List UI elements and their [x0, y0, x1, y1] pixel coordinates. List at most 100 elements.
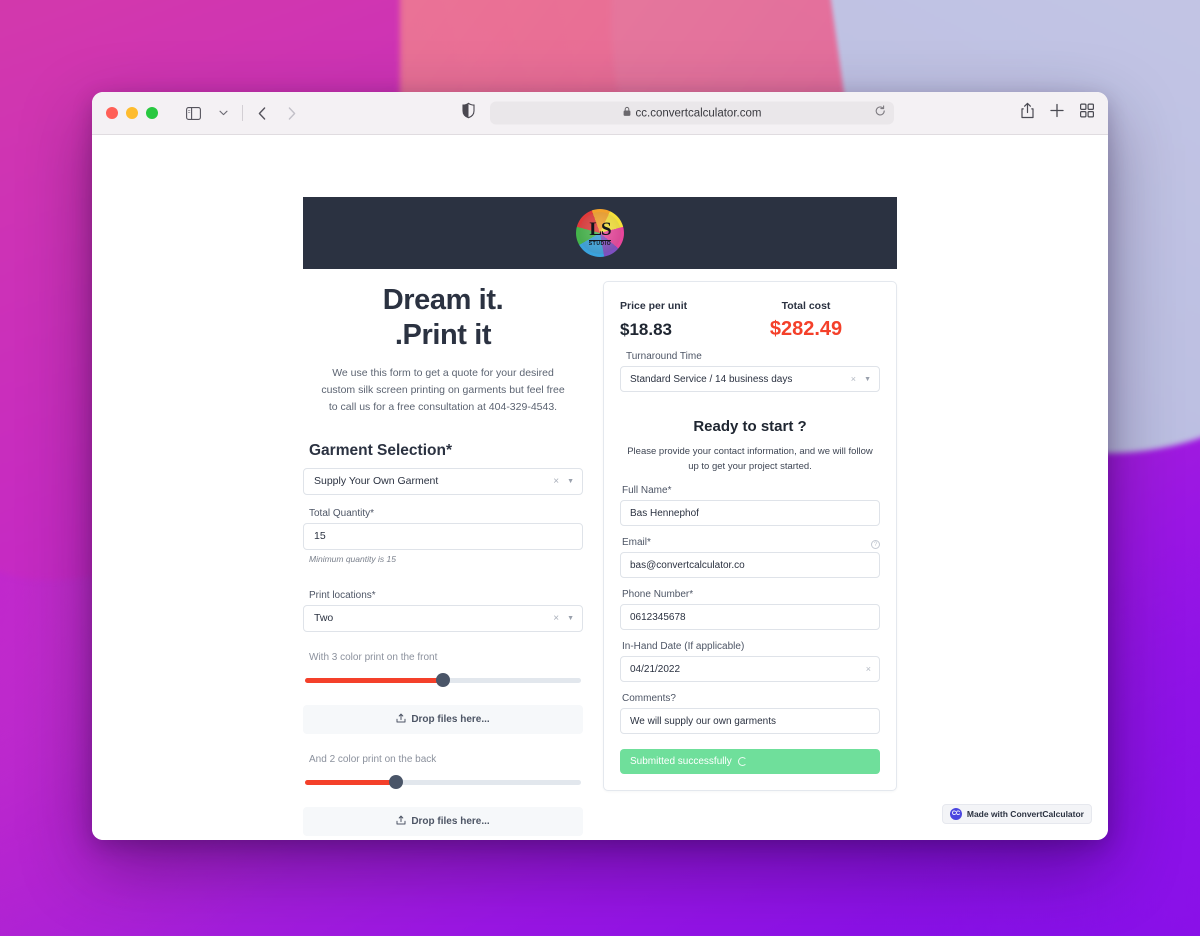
front-dropzone[interactable]: Drop files here... [303, 704, 583, 734]
contact-field-value: 0612345678 [630, 611, 686, 623]
print-locations-controls[interactable]: × ▼ [553, 613, 574, 624]
print-locations-value: Two [314, 612, 334, 625]
garment-select-value: Supply Your Own Garment [314, 475, 439, 488]
contact-field-label: Full Name* [622, 485, 672, 497]
slider-fill [305, 677, 443, 683]
browser-toolbar: cc.convertcalculator.com [92, 92, 1108, 135]
address-bar-url: cc.convertcalculator.com [635, 107, 762, 119]
close-window-button[interactable] [106, 107, 118, 119]
turnaround-select[interactable]: Standard Service / 14 business days × ▼ [620, 366, 880, 392]
privacy-shield-icon[interactable] [462, 102, 475, 124]
back-colors-label: And 2 color print on the back [309, 753, 437, 765]
site-header: LS STUDIO [303, 197, 897, 269]
submit-button-label: Submitted successfully [630, 756, 732, 768]
garment-select[interactable]: Supply Your Own Garment × ▼ [303, 467, 583, 495]
chevron-down-icon[interactable] [210, 101, 236, 125]
clear-icon[interactable]: × [553, 613, 559, 624]
front-dropzone-label: Drop files here... [411, 713, 490, 725]
back-dropzone-label: Drop files here... [411, 815, 490, 827]
loading-spinner-icon [737, 757, 747, 767]
contact-field: Phone Number* 0612345678 [620, 589, 880, 631]
back-colors-slider[interactable] [305, 774, 581, 789]
submit-button[interactable]: Submitted successfully [620, 749, 880, 775]
clear-icon[interactable]: × [553, 476, 559, 487]
forward-arrow-icon[interactable] [279, 101, 305, 125]
page-content: LS STUDIO Dream it. .Print it We use thi… [92, 135, 1108, 840]
brand-logo-icon: LS STUDIO [576, 209, 624, 257]
logo-initials: LS [589, 218, 611, 240]
contact-field-label: Phone Number* [622, 589, 694, 601]
contact-field: Email*? bas@convertcalculator.co [620, 537, 880, 579]
contact-field: Full Name* Bas Hennephof [620, 485, 880, 527]
back-dropzone[interactable]: Drop files here... [303, 806, 583, 836]
tab-overview-icon[interactable] [1080, 103, 1095, 123]
contact-field-input[interactable]: We will supply our own garments [620, 708, 880, 735]
quantity-label: Total Quantity* [309, 507, 375, 519]
main-content: Dream it. .Print it We use this form to … [303, 281, 897, 836]
print-locations-label: Print locations* [309, 589, 376, 601]
help-icon[interactable]: ? [871, 540, 880, 550]
price-per-unit-block: Price per unit $18.83 [620, 300, 732, 341]
front-colors-slider[interactable] [305, 672, 581, 687]
upload-icon [396, 713, 406, 726]
turnaround-value: Standard Service / 14 business days [630, 373, 793, 385]
window-controls[interactable] [106, 107, 158, 119]
quote-summary-card: Price per unit $18.83 Total cost $282.49… [603, 281, 897, 792]
reload-icon[interactable] [875, 105, 886, 121]
contact-field-input[interactable]: 04/21/2022 × [620, 656, 880, 683]
share-icon[interactable] [1021, 102, 1034, 124]
slider-handle[interactable] [436, 672, 450, 687]
contact-fields: Full Name* Bas Hennephof Email*? bas@conver… [620, 485, 880, 735]
minimize-window-button[interactable] [126, 107, 138, 119]
front-colors-label: With 3 color print on the front [309, 651, 438, 663]
garment-section-title: Garment Selection* [309, 441, 452, 459]
contact-field-label: In-Hand Date (If applicable) [622, 641, 745, 653]
contact-field: In-Hand Date (If applicable) 04/21/2022 × [620, 641, 880, 683]
hero-title-line1: Dream it. [382, 284, 504, 316]
price-row: Price per unit $18.83 Total cost $282.49 [620, 300, 880, 341]
contact-field-value: 04/21/2022 [630, 663, 681, 675]
total-cost-label: Total cost [781, 300, 831, 312]
contact-field-label-row: In-Hand Date (If applicable) [620, 641, 880, 656]
contact-field-label-row: Comments? [620, 693, 880, 708]
quantity-hint: Minimum quantity is 15 [309, 553, 396, 564]
contact-field-label-row: Phone Number* [620, 589, 880, 604]
price-per-unit-value: $18.83 [620, 320, 672, 339]
chevron-down-icon[interactable]: ▼ [567, 478, 574, 485]
garment-select-controls[interactable]: × ▼ [553, 476, 574, 487]
contact-field-label-row: Full Name* [620, 485, 880, 500]
address-bar[interactable]: cc.convertcalculator.com [490, 101, 894, 125]
toolbar-divider [242, 105, 243, 121]
total-cost-block: Total cost $282.49 [732, 300, 880, 341]
turnaround-controls[interactable]: × ▼ [851, 374, 871, 384]
sidebar-icon[interactable] [180, 101, 206, 125]
plus-icon[interactable] [1050, 103, 1064, 123]
print-locations-select[interactable]: Two × ▼ [303, 604, 583, 632]
contact-field-input[interactable]: 0612345678 [620, 604, 880, 631]
slider-handle[interactable] [389, 774, 404, 789]
upload-icon [396, 815, 406, 828]
chevron-down-icon[interactable]: ▼ [567, 615, 574, 622]
lock-icon [623, 106, 631, 120]
chevron-down-icon[interactable]: ▼ [864, 376, 871, 383]
contact-field-input[interactable]: bas@convertcalculator.co [620, 552, 880, 579]
clear-icon[interactable]: × [866, 664, 871, 674]
total-cost-value: $282.49 [769, 318, 843, 340]
clear-icon[interactable]: × [851, 374, 856, 384]
maximize-window-button[interactable] [146, 107, 158, 119]
contact-subtitle: Please provide your contact information,… [627, 446, 873, 473]
back-arrow-icon[interactable] [249, 101, 275, 125]
contact-field: Comments? We will supply our own garments [620, 693, 880, 735]
contact-field-input[interactable]: Bas Hennephof [620, 500, 880, 527]
quantity-input[interactable]: 15 [303, 522, 583, 550]
quantity-value: 15 [314, 530, 326, 543]
hero-title-line2: .Print it [394, 319, 492, 352]
badge-text: Made with ConvertCalculator [966, 809, 1084, 819]
contact-field-label-row: Email*? [620, 537, 880, 552]
made-with-convertcalculator-badge[interactable]: CC Made with ConvertCalculator [941, 804, 1092, 824]
contact-field-label: Email* [622, 537, 651, 549]
contact-field-value: bas@convertcalculator.co [630, 559, 745, 571]
price-per-unit-label: Price per unit [620, 300, 688, 312]
contact-field-label: Comments? [622, 693, 676, 705]
logo-mark: LS STUDIO [576, 209, 624, 257]
